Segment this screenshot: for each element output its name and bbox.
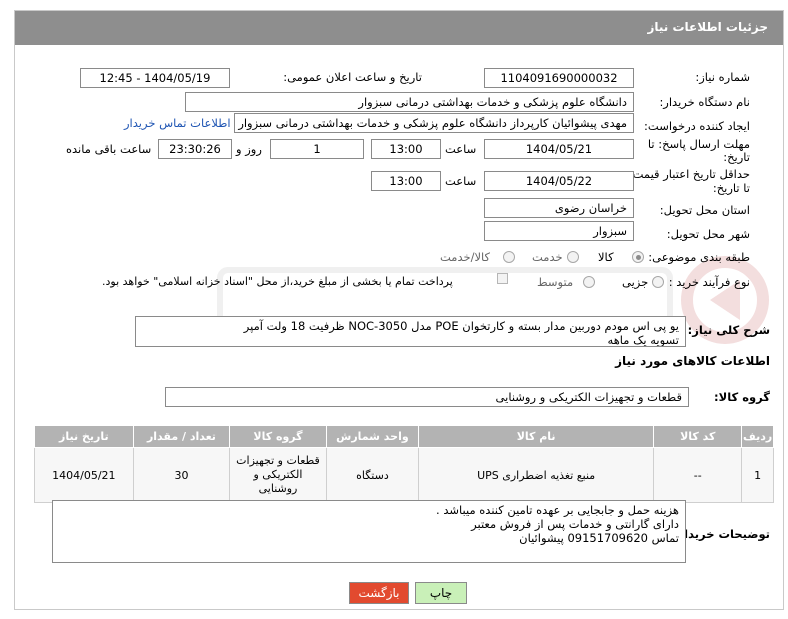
col-name: نام کالا	[418, 425, 655, 448]
cell-group: قطعات و تجهیزات الکتریکی و روشنایی	[229, 447, 327, 503]
province-field: خراسان رضوی	[484, 198, 634, 218]
process-radio-minor[interactable]	[652, 276, 664, 288]
category-radio-goods[interactable]	[632, 251, 644, 263]
creator-label: ایجاد کننده درخواست:	[644, 119, 750, 133]
deadline-time-label: ساعت	[445, 142, 477, 156]
payment-checkbox[interactable]	[497, 273, 508, 284]
creator-field: مهدی پیشوائیان کارپرداز دانشگاه علوم پزش…	[234, 113, 634, 133]
col-code: کد کالا	[653, 425, 743, 448]
goods-table: ردیف کد کالا نام کالا واحد شمارش گروه کا…	[34, 425, 774, 503]
category-label: طبقه بندی موضوعی:	[648, 250, 750, 264]
category-option-service: خدمت	[532, 250, 563, 264]
buyer-notes-line-3: تماس 09151709620 پیشوائیان	[519, 531, 679, 545]
page-title: جزئیات اطلاعات نیاز	[647, 20, 768, 34]
cell-unit: دستگاه	[325, 447, 420, 503]
category-radio-both[interactable]	[503, 251, 515, 263]
buyer-notes-label: توضیحات خریدار:	[672, 527, 770, 541]
buyer-label: نام دستگاه خریدار:	[659, 95, 750, 109]
print-button[interactable]: چاپ	[415, 582, 467, 604]
announce-field: 1404/05/19 - 12:45	[80, 68, 230, 88]
cell-date: 1404/05/21	[34, 447, 134, 503]
deadline-label: مهلت ارسال پاسخ: تا	[647, 137, 750, 151]
description-line-1: یو پی اس مودم دوربین مدار بسته و کارتخوا…	[243, 319, 679, 333]
deadline-time-field: 13:00	[371, 139, 441, 159]
goods-group-field: قطعات و تجهیزات الکتریکی و روشنایی	[165, 387, 689, 407]
buyer-notes-line-2: دارای گارانتی و خدمات پس از فروش معتبر	[471, 517, 679, 531]
days-field: 1	[270, 139, 364, 159]
process-label: نوع فرآیند خرید :	[668, 275, 750, 289]
category-option-both: کالا/خدمت	[440, 250, 491, 264]
goods-table-header: ردیف کد کالا نام کالا واحد شمارش گروه کا…	[34, 425, 774, 448]
province-label: استان محل تحویل:	[659, 203, 750, 217]
deadline-label-2: تاریخ:	[723, 150, 750, 164]
col-row: ردیف	[741, 425, 774, 448]
city-label: شهر محل تحویل:	[666, 227, 750, 241]
buyer-contact-link[interactable]: اطلاعات تماس خریدار	[124, 116, 231, 130]
need-number-label: شماره نیاز:	[695, 70, 750, 84]
goods-section-title: اطلاعات کالاهای مورد نیاز	[615, 354, 770, 368]
page-header: جزئیات اطلاعات نیاز	[15, 11, 783, 45]
buyer-notes-line-1: هزینه حمل و جابجایی بر عهده تامین کننده …	[436, 503, 679, 517]
deadline-date-field: 1404/05/21	[484, 139, 634, 159]
cell-group-line-2: الکتریکی و	[253, 468, 303, 481]
cell-name: منبع تغذیه اضطراری UPS	[418, 447, 655, 503]
goods-group-label: گروه کالا:	[714, 390, 770, 404]
process-option-medium: متوسط	[537, 275, 574, 289]
price-validity-label: حداقل تاریخ اعتبار قیمت:	[628, 167, 750, 181]
category-radio-service[interactable]	[567, 251, 579, 263]
process-option-minor: جزیی	[622, 275, 649, 289]
buyer-field: دانشگاه علوم پزشکی و خدمات بهداشتی درمان…	[185, 92, 634, 112]
table-row: 1 -- منبع تغذیه اضطراری UPS دستگاه قطعات…	[34, 447, 774, 503]
price-validity-label-2: تا تاریخ:	[712, 181, 750, 195]
price-time-label: ساعت	[445, 174, 477, 188]
need-number-field: 1104091690000032	[484, 68, 634, 88]
description-textarea[interactable]: یو پی اس مودم دوربین مدار بسته و کارتخوا…	[135, 316, 686, 347]
days-label: روز و	[236, 142, 262, 156]
announce-label: تاریخ و ساعت اعلان عمومی:	[283, 70, 422, 84]
col-group: گروه کالا	[229, 425, 327, 448]
remaining-time-field: 23:30:26	[158, 139, 232, 159]
description-label: شرح کلی نیاز:	[687, 323, 770, 337]
col-unit: واحد شمارش	[325, 425, 420, 448]
cell-group-line-1: قطعات و تجهیزات	[236, 454, 320, 467]
category-option-goods: کالا	[598, 250, 614, 264]
city-field: سبزوار	[484, 221, 634, 241]
cell-qty: 30	[132, 447, 231, 503]
col-qty: تعداد / مقدار	[132, 425, 231, 448]
col-date: تاریخ نیاز	[34, 425, 134, 448]
process-radio-medium[interactable]	[583, 276, 595, 288]
back-button[interactable]: بازگشت	[349, 582, 409, 604]
payment-note: پرداخت تمام یا بخشی از مبلغ خرید،از محل …	[102, 275, 453, 288]
buyer-notes-textarea[interactable]: هزینه حمل و جابجایی بر عهده تامین کننده …	[52, 500, 686, 563]
price-date-field: 1404/05/22	[484, 171, 634, 191]
cell-group-line-3: روشنایی	[258, 482, 298, 495]
description-line-2: تسویه یک ماهه	[607, 333, 679, 347]
remaining-label: ساعت باقی مانده	[66, 142, 152, 156]
cell-row: 1	[741, 447, 774, 503]
price-time-field: 13:00	[371, 171, 441, 191]
cell-code: --	[653, 447, 743, 503]
